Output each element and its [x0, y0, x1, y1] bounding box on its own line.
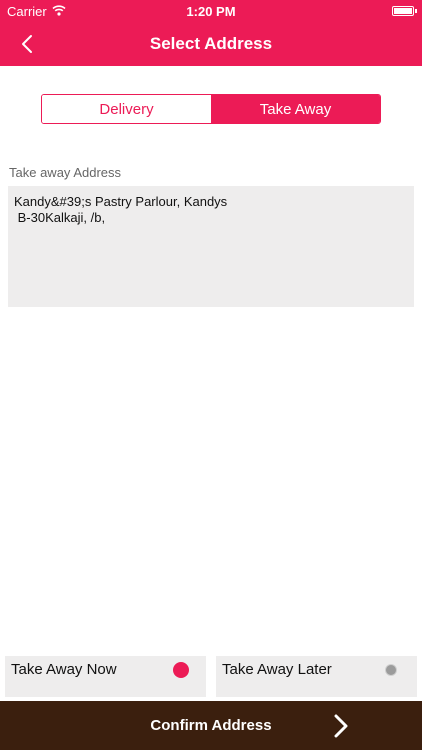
nav-header: Carrier 1:20 PM Select Address [0, 0, 422, 66]
radio-unselected-icon[interactable] [385, 664, 397, 676]
take-away-later-option[interactable]: Take Away Later [216, 656, 417, 697]
status-bar: Carrier 1:20 PM [0, 0, 422, 22]
segment-delivery[interactable]: Delivery [42, 95, 211, 123]
address-field[interactable]: Kandy&#39;s Pastry Parlour, Kandys B-30K… [8, 186, 414, 307]
segment-take-away[interactable]: Take Away [211, 95, 380, 123]
radio-selected-icon[interactable] [173, 662, 189, 678]
take-away-later-label: Take Away Later [222, 661, 332, 678]
delivery-mode-segmented-control: Delivery Take Away [41, 94, 381, 124]
clock-time: 1:20 PM [186, 4, 236, 19]
page-title: Select Address [149, 34, 273, 53]
take-away-now-option[interactable]: Take Away Now [5, 656, 206, 697]
chevron-right-icon [334, 714, 348, 738]
confirm-address-button[interactable]: Confirm Address [0, 701, 422, 750]
address-label: Take away Address [9, 165, 122, 180]
take-away-now-label: Take Away Now [11, 661, 117, 678]
confirm-address-label: Confirm Address [150, 717, 272, 734]
battery-icon [392, 6, 417, 16]
